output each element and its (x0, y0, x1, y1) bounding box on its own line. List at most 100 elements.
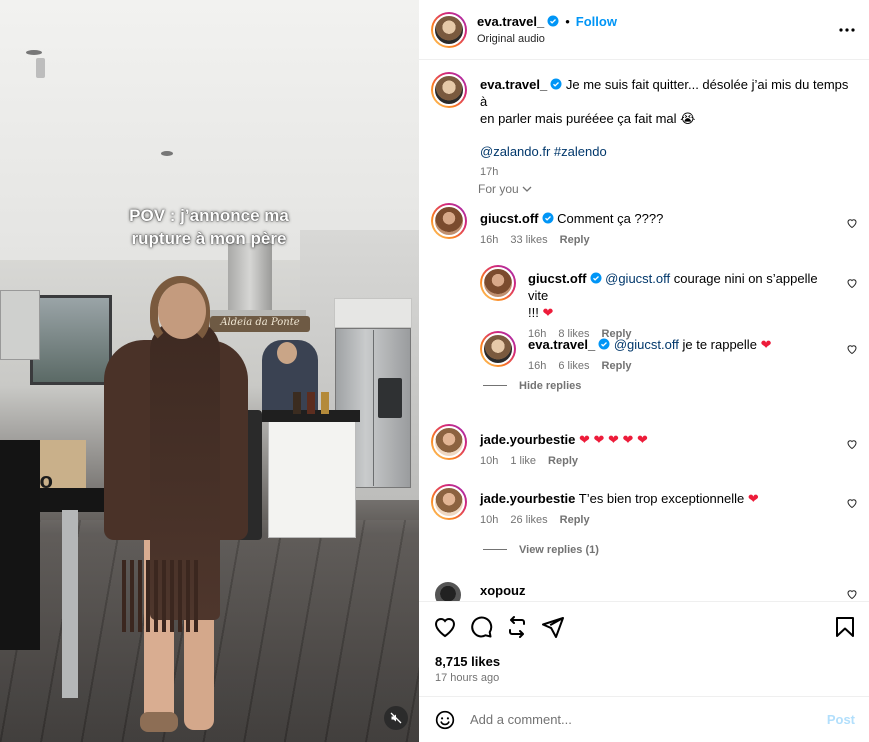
kitchen-island (268, 418, 356, 538)
verified-badge-icon (590, 272, 601, 284)
red-heart-emoji: ❤ (542, 305, 554, 320)
like-comment-heart-icon[interactable] (846, 217, 858, 229)
like-heart-icon[interactable] (433, 615, 457, 639)
left-cabinet (0, 290, 40, 360)
overlay-line: rupture à mon père (131, 229, 287, 248)
woman-head (158, 283, 206, 339)
reel-video[interactable]: Aldeia da Ponte do POV : j’annonce ma ru… (0, 0, 419, 742)
caption-avatar[interactable] (431, 72, 467, 108)
add-comment-bar: Add a comment... Post (419, 696, 869, 742)
comment: jade.yourbestie T’es bien trop exception… (480, 490, 840, 526)
post-comment-button[interactable]: Post (827, 712, 855, 727)
hide-replies-button[interactable]: Hide replies (483, 380, 593, 392)
emoji-icon[interactable] (435, 710, 455, 730)
like-comment-heart-icon[interactable] (846, 277, 858, 289)
caption-line: en parler mais purééee ça fait mal 😭 (480, 111, 696, 126)
follow-button[interactable]: Follow (576, 14, 617, 29)
post-timestamp[interactable]: 17 hours ago (435, 672, 499, 684)
reply-button[interactable]: Reply (548, 455, 578, 467)
more-options-icon[interactable] (839, 16, 855, 37)
like-comment-heart-icon[interactable] (846, 497, 858, 509)
reply-button[interactable]: Reply (560, 514, 590, 526)
comment-mention[interactable]: @giucst.off (614, 337, 679, 352)
caption-username[interactable]: eva.travel_ (480, 77, 547, 92)
verified-badge-icon (542, 212, 553, 224)
commenter-avatar[interactable] (431, 484, 467, 520)
comment-username[interactable]: xopouz (480, 583, 526, 598)
comment-reply: eva.travel_ @giucst.off je te rappelle ❤… (528, 336, 838, 372)
comment-input[interactable]: Add a comment... (470, 712, 572, 727)
like-comment-heart-icon[interactable] (846, 438, 858, 450)
likes-count[interactable]: 8,715 likes (435, 654, 500, 669)
caption-tags[interactable]: @zalando.fr #zalendo (480, 143, 850, 160)
woman-sandal (140, 712, 178, 732)
commenter-avatar[interactable] (431, 203, 467, 239)
comment-username[interactable]: eva.travel_ (528, 337, 595, 352)
author-username[interactable]: eva.travel_ (477, 14, 544, 29)
comment-text: je te rappelle (682, 337, 757, 352)
comment-time[interactable]: 16h (480, 234, 498, 246)
comment-username[interactable]: jade.yourbestie (480, 432, 575, 447)
verified-badge-icon (547, 15, 559, 27)
ceiling-light (26, 50, 42, 55)
view-replies-button[interactable]: View replies (1) (483, 544, 611, 556)
commenter-avatar[interactable] (480, 331, 516, 367)
reply-button[interactable]: Reply (560, 234, 590, 246)
comments-filter-dropdown[interactable]: For you (478, 182, 532, 196)
overlay-line: POV : j’annonce ma (129, 206, 289, 225)
comment-likes[interactable]: 6 likes (558, 360, 589, 372)
muted-speaker-icon (390, 712, 402, 724)
comment-username[interactable]: giucst.off (480, 211, 539, 226)
original-audio-link[interactable]: Original audio (477, 33, 545, 45)
like-comment-heart-icon[interactable] (846, 343, 858, 355)
smoke-detector (36, 58, 45, 78)
comment-likes[interactable]: 26 likes (510, 514, 547, 526)
chevron-down-icon (522, 186, 532, 192)
caption: eva.travel_ Je me suis fait quitter... d… (480, 76, 850, 178)
comment: xopouz (480, 582, 526, 599)
wooden-sign-text: Aldeia da Ponte (220, 317, 300, 328)
author-avatar[interactable] (431, 12, 467, 48)
replies-divider (483, 549, 507, 550)
share-send-icon[interactable] (541, 615, 565, 639)
filter-label: For you (478, 182, 519, 196)
comment-username[interactable]: jade.yourbestie (480, 491, 575, 506)
fridge-door-split (373, 330, 374, 486)
comment-likes[interactable]: 1 like (510, 455, 536, 467)
commenter-avatar[interactable] (431, 424, 467, 460)
comment-likes[interactable]: 33 likes (510, 234, 547, 246)
fridge-dispenser (378, 378, 402, 418)
comment-time[interactable]: 10h (480, 514, 498, 526)
comment-reply: giucst.off @giucst.off courage nini on s… (528, 270, 838, 340)
comment: giucst.off Comment ça ???? 16h 33 likes Re… (480, 210, 840, 246)
comment: jade.yourbestie ❤ ❤ ❤ ❤ ❤ 10h 1 like Reply (480, 431, 840, 467)
comment-mention[interactable]: @giucst.off (605, 271, 670, 286)
post-actions: 8,715 likes 17 hours ago (419, 601, 869, 696)
view-replies-label: View replies (1) (519, 544, 599, 556)
comment-time[interactable]: 10h (480, 455, 498, 467)
post-header: eva.travel_ • Follow Original audio (419, 0, 869, 60)
red-heart-emoji: ❤ (747, 491, 759, 506)
commenter-avatar[interactable] (480, 265, 516, 301)
comment-username[interactable]: giucst.off (528, 271, 587, 286)
mute-button[interactable] (384, 706, 408, 730)
hide-replies-label: Hide replies (519, 380, 582, 392)
kitchen-cabinet (334, 298, 412, 328)
like-comment-heart-icon[interactable] (846, 588, 858, 600)
reply-button[interactable]: Reply (602, 360, 632, 372)
bottles (293, 392, 333, 414)
repost-icon[interactable] (505, 615, 529, 639)
dining-table-leg (62, 510, 78, 698)
comment-text: T’es bien trop exceptionnelle (578, 491, 745, 506)
commenter-avatar[interactable] (433, 580, 463, 601)
replies-divider (483, 385, 507, 386)
window (30, 295, 112, 385)
comment-icon[interactable] (469, 615, 493, 639)
red-heart-emoji: ❤ (760, 337, 772, 352)
comment-time[interactable]: 16h (528, 360, 546, 372)
verified-badge-icon (598, 338, 610, 350)
comments-scroll-area[interactable]: eva.travel_ Je me suis fait quitter... d… (419, 60, 869, 601)
caption-time[interactable]: 17h (480, 166, 850, 178)
save-bookmark-icon[interactable] (833, 615, 857, 639)
red-hearts-emoji: ❤ ❤ ❤ ❤ ❤ (579, 432, 648, 447)
